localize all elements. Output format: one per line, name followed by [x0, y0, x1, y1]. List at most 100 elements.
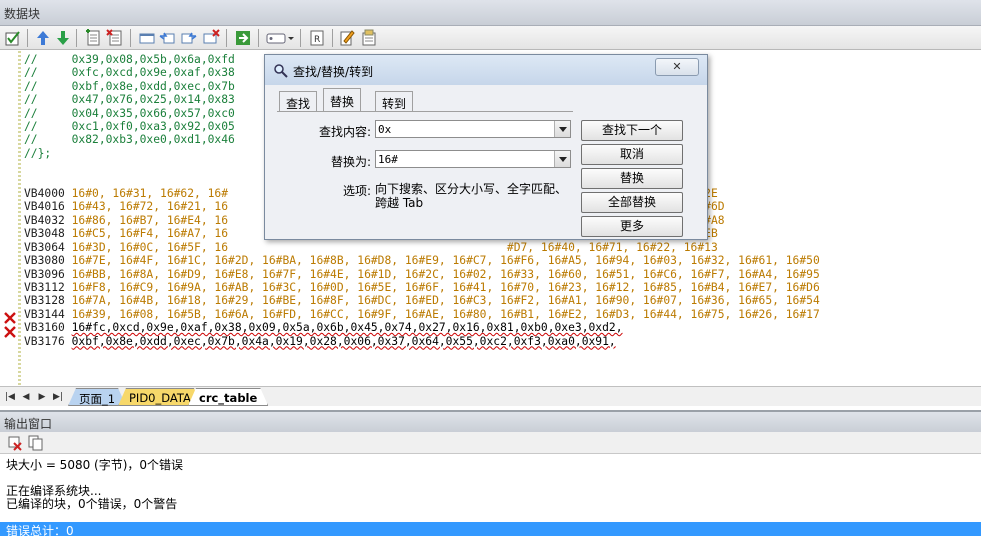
insert-row-icon[interactable]	[84, 29, 102, 47]
row-address: VB3064	[24, 240, 72, 254]
sheet-tab-label: PID0_DATA	[129, 391, 191, 405]
tab-goto[interactable]: 转到	[375, 91, 414, 111]
output-title-text: 输出窗口	[4, 417, 53, 431]
clear-output-icon[interactable]	[6, 434, 24, 452]
row-values: 16#0, 16#31, 16#62, 16#	[71, 187, 229, 201]
tab-replace[interactable]: 替换	[323, 88, 362, 112]
edit-pencil-icon[interactable]	[338, 29, 356, 47]
find-next-button[interactable]: 查找下一个	[581, 120, 683, 141]
find-value: 0x	[378, 123, 392, 136]
arrow-up-icon[interactable]	[34, 29, 52, 47]
options-text: 向下搜索、区分大小写、全字匹配、 跨越 Tab	[375, 182, 575, 210]
row-values-error: 0xbf,0x8e,0xdd,0xec,0x7b,0x4a,0x19,0x28,…	[71, 334, 616, 348]
row-address: VB3176	[24, 334, 72, 348]
comment-line: // 0xbf,0x8e,0xdd,0xec,0x7b	[24, 79, 235, 93]
sheet-tab-label: 页面_1	[79, 392, 116, 406]
row-values: 16#C5, 16#F4, 16#A7, 16	[71, 227, 229, 241]
comment-line: // 0x39,0x08,0x5b,0x6a,0xfd	[24, 53, 235, 66]
next-sheet-icon[interactable]: ▶	[36, 390, 48, 404]
row-address: VB3096	[24, 267, 72, 281]
find-input[interactable]: 0x	[375, 120, 571, 138]
replace-value: 16#	[378, 153, 398, 166]
check-icon[interactable]	[4, 29, 22, 47]
comment-line: // 0x82,0xb3,0xe0,0xd1,0x46	[24, 133, 235, 147]
row-values: #D7, 16#40, 16#71, 16#22, 16#13	[506, 240, 718, 254]
tab-label: 查找	[286, 97, 311, 111]
toolbar: R	[0, 26, 981, 50]
sheet-tab-page1[interactable]: 页面_1	[68, 388, 126, 406]
options-line: 向下搜索、区分大小写、全字匹配、	[375, 182, 568, 196]
dialog-title: 查找/替换/转到	[293, 65, 374, 79]
delete-row-icon[interactable]	[106, 29, 124, 47]
row-address: VB4032	[24, 213, 72, 227]
properties-icon[interactable]	[360, 29, 378, 47]
output-line: 已编译的块，0个错误，0个警告	[6, 497, 178, 511]
row-values-error: 16#fc,0xcd,0x9e,0xaf,0x38,0x09,0x5a,0x6b…	[71, 321, 623, 335]
output-window-title: 输出窗口	[0, 410, 981, 432]
output-toolbar	[0, 432, 981, 454]
row-values: 16#43, 16#72, 16#21, 16	[71, 200, 229, 214]
options-line: 跨越 Tab	[375, 196, 424, 210]
replace-all-button[interactable]: 全部替换	[581, 192, 683, 213]
first-sheet-icon[interactable]: |◀	[4, 390, 16, 404]
row-address: VB3160	[24, 321, 72, 335]
comment-line: //};	[24, 146, 52, 160]
error-summary-text: 错误总计：0	[6, 524, 74, 538]
sheet-tab-strip: |◀ ◀ ▶ ▶| 页面_1 PID0_DATA crc_table	[0, 386, 981, 406]
cancel-button[interactable]: 取消	[581, 144, 683, 165]
dialog-titlebar[interactable]: 查找/替换/转到 ✕	[265, 55, 707, 85]
error-icon	[4, 312, 16, 324]
row-address: VB3144	[24, 307, 72, 321]
chevron-down-icon[interactable]	[554, 121, 570, 137]
row-values: 16#F8, 16#C9, 16#9A, 16#AB, 16#3C, 16#0D…	[71, 280, 820, 294]
row-values: 16#86, 16#B7, 16#E4, 16	[71, 213, 229, 227]
window-icon[interactable]	[138, 29, 156, 47]
row-address: VB3080	[24, 254, 72, 268]
comment-line: // 0x47,0x76,0x25,0x14,0x83	[24, 93, 235, 107]
tab-find[interactable]: 查找	[279, 91, 318, 111]
chevron-down-icon[interactable]	[554, 151, 570, 167]
row-address: VB3128	[24, 294, 72, 308]
more-button[interactable]: 更多	[581, 216, 683, 237]
comment-line: // 0xc1,0xf0,0xa3,0x92,0x05	[24, 120, 235, 134]
close-window-icon[interactable]	[202, 29, 220, 47]
row-address: VB3112	[24, 280, 72, 294]
comment-line: // 0xfc,0xcd,0x9e,0xaf,0x38	[24, 66, 235, 80]
row-address: VB3048	[24, 227, 72, 241]
copy-output-icon[interactable]	[26, 434, 44, 452]
replace-button[interactable]: 替换	[581, 168, 683, 189]
output-line: 块大小 = 5080 (字节)，0个错误	[6, 458, 184, 472]
row-address: VB4000	[24, 187, 72, 201]
close-button[interactable]: ✕	[655, 58, 699, 76]
comment-line: // 0x04,0x35,0x66,0x57,0xc0	[24, 106, 235, 120]
redo-icon[interactable]	[180, 29, 198, 47]
prev-sheet-icon[interactable]: ◀	[20, 390, 32, 404]
sheet-tab-label: crc_table	[199, 391, 258, 405]
find-replace-dialog: 查找/替换/转到 ✕ 查找 替换 转到 查找内容: 0x 替换为: 16# 选项…	[264, 54, 708, 240]
tab-label: 转到	[382, 97, 407, 111]
error-icon	[4, 326, 16, 338]
error-summary-bar: 错误总计：0	[0, 522, 981, 538]
replace-label: 替换为:	[330, 155, 371, 169]
find-label: 查找内容:	[318, 125, 371, 139]
options-label: 选项:	[342, 184, 371, 198]
svg-text:R: R	[314, 35, 320, 45]
tab-label: 替换	[330, 95, 355, 109]
row-values: 16#BB, 16#8A, 16#D9, 16#E8, 16#7F, 16#4E…	[71, 267, 820, 281]
undo-icon[interactable]	[158, 29, 176, 47]
arrow-down-icon[interactable]	[54, 29, 72, 47]
row-values: 16#3D, 16#0C, 16#5F, 16	[71, 240, 229, 254]
row-address: VB4016	[24, 200, 72, 214]
replace-input[interactable]: 16#	[375, 150, 571, 168]
sheet-tab-crc-table[interactable]: crc_table	[188, 388, 268, 406]
row-values: 16#39, 16#08, 16#5B, 16#6A, 16#FD, 16#CC…	[71, 307, 820, 321]
label-dropdown-icon[interactable]	[266, 29, 296, 47]
window-title-text: 数据块	[4, 7, 41, 21]
compile-icon[interactable]	[234, 29, 252, 47]
row-values: 16#7E, 16#4F, 16#1C, 16#2D, 16#BA, 16#8B…	[71, 254, 820, 268]
last-sheet-icon[interactable]: ▶|	[52, 390, 64, 404]
symbol-table-icon[interactable]: R	[308, 29, 326, 47]
row-values: 16#7A, 16#4B, 16#18, 16#29, 16#BE, 16#8F…	[71, 294, 820, 308]
close-icon: ✕	[672, 60, 682, 73]
search-icon	[273, 63, 289, 79]
